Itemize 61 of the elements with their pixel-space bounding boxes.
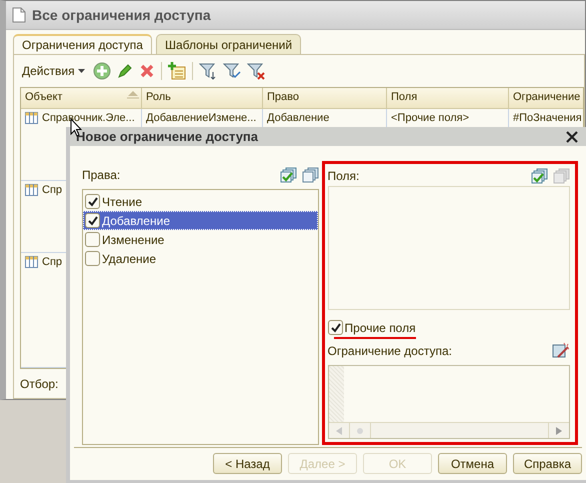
arrow-right-icon	[556, 426, 562, 434]
item-label: Добавление	[102, 214, 170, 228]
list-item[interactable]: Добавление	[83, 211, 318, 230]
table-icon	[25, 256, 38, 268]
table-icon	[25, 184, 38, 196]
table-cell: Справочник.Эле...	[42, 112, 135, 124]
line-number-gutter	[328, 366, 344, 422]
dialog-title: Новое ограничение доступа	[76, 129, 258, 144]
table-cell: Спр	[42, 184, 62, 196]
dialog-button[interactable]: Отмена	[438, 453, 507, 474]
arrow-left-icon	[336, 426, 342, 434]
sort-icon	[127, 91, 139, 99]
item-label: Чтение	[102, 194, 142, 208]
checkbox[interactable]	[85, 232, 100, 247]
table-cell: #ПоЗначения	[513, 112, 582, 124]
pencil-icon[interactable]	[116, 63, 133, 79]
table-cell: Добавление	[267, 112, 330, 124]
scrollbar[interactable]	[328, 422, 569, 438]
filter-clear-icon[interactable]	[246, 62, 265, 80]
tab[interactable]: Шаблоны ограничений	[156, 34, 302, 54]
table-cell: <Прочие поля>	[391, 112, 470, 124]
filter-icon[interactable]	[198, 62, 217, 80]
column-header[interactable]: Роль	[146, 91, 171, 105]
fields-label: Поля:	[328, 169, 360, 183]
column-header[interactable]: Поля	[391, 91, 418, 105]
rights-label: Права:	[82, 168, 120, 182]
text-area[interactable]	[328, 365, 570, 439]
tab[interactable]: Ограничения доступа	[13, 34, 152, 54]
add-row-icon[interactable]	[168, 62, 186, 80]
checkbox[interactable]	[85, 251, 100, 266]
document-icon	[12, 7, 26, 23]
uncheck-all-icon[interactable]	[553, 168, 570, 184]
dialog-button[interactable]: < Назад	[213, 453, 282, 474]
table-cell: Спр	[42, 256, 62, 268]
checkbox-label: Прочие поля	[344, 320, 416, 334]
item-label: Изменение	[102, 232, 164, 246]
delete-icon[interactable]	[138, 63, 155, 79]
item-label: Удаление	[102, 252, 156, 266]
actions-menu[interactable]: Действия	[20, 64, 87, 78]
add-icon[interactable]	[92, 62, 111, 80]
restriction-label: Ограничение доступа:	[328, 344, 452, 358]
table-icon	[25, 112, 38, 124]
wizard-icon[interactable]	[552, 342, 570, 360]
check-all-icon[interactable]	[531, 168, 548, 184]
dot-icon	[356, 428, 363, 434]
window-title: Все ограничения доступа	[32, 7, 211, 23]
filter-icon[interactable]	[222, 62, 241, 80]
list-item[interactable]: Изменение	[83, 230, 318, 249]
caret-icon	[78, 69, 85, 73]
filter-label: Отбор:	[20, 376, 60, 393]
table-cell: ДобавлениеИзмене...	[146, 112, 256, 124]
check-all-icon[interactable]	[280, 166, 297, 184]
uncheck-all-icon[interactable]	[302, 166, 319, 184]
checkbox[interactable]	[328, 320, 343, 335]
dialog-button[interactable]: Справка	[513, 453, 582, 474]
list-item[interactable]: Чтение	[83, 192, 318, 211]
checkbox[interactable]	[85, 194, 100, 209]
checkbox[interactable]	[85, 213, 100, 228]
list-item[interactable]: Удаление	[83, 249, 318, 268]
close-icon	[566, 130, 578, 142]
column-header[interactable]: Право	[267, 91, 299, 105]
